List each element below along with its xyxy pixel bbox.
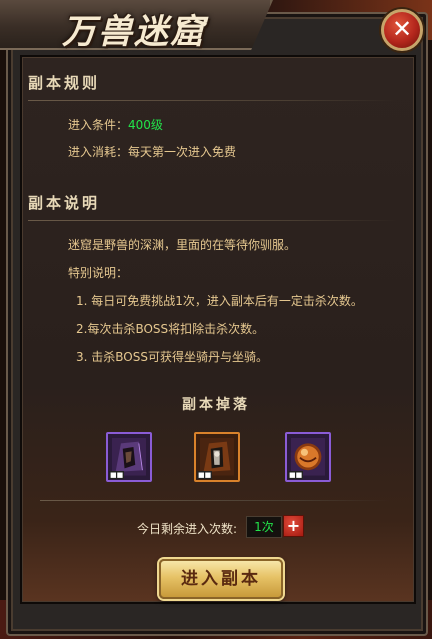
plus-icon: + bbox=[286, 516, 301, 535]
condition-label: 进入条件： bbox=[68, 118, 129, 132]
note-item: 1. 每日可免费挑战1次，进入副本后有一定击杀次数。 bbox=[76, 294, 363, 308]
remaining-entries-label: 今日剩余进入次数: bbox=[137, 522, 238, 536]
description-intro: 迷窟是野兽的深渊，里面的在等待你驯服。 bbox=[68, 238, 297, 252]
reward-item-2[interactable]: ■■ bbox=[194, 432, 240, 482]
mount-card-purple-icon bbox=[112, 438, 146, 476]
description-divider bbox=[28, 220, 398, 221]
mount-card-orange-icon bbox=[200, 438, 234, 476]
note-item: 3. 击杀BOSS可获得坐骑丹与坐骑。 bbox=[76, 350, 268, 364]
note-item: 2.每次击杀BOSS将扣除击杀次数。 bbox=[76, 322, 265, 336]
condition-value: 400级 bbox=[128, 118, 163, 132]
condition-line: 进入条件：400级 bbox=[68, 116, 163, 133]
bind-tag: ■■ bbox=[288, 471, 304, 479]
cost-label: 进入消耗： bbox=[68, 145, 129, 159]
close-button[interactable]: ✕ bbox=[381, 9, 423, 51]
mount-pill-orb-icon bbox=[291, 438, 325, 476]
reward-item-3[interactable]: ■■ bbox=[285, 432, 331, 482]
rules-heading: 副本规则 bbox=[28, 74, 101, 92]
bind-tag: ■■ bbox=[109, 471, 125, 479]
dialog-title: 万兽迷窟 bbox=[62, 12, 206, 52]
rewards-divider bbox=[40, 500, 390, 501]
cost-value: 每天第一次进入免费 bbox=[128, 145, 237, 159]
add-entries-button[interactable]: + bbox=[283, 515, 304, 537]
enter-dungeon-button[interactable]: 进入副本 bbox=[159, 559, 283, 599]
close-icon: ✕ bbox=[391, 15, 413, 43]
rules-divider bbox=[28, 100, 398, 101]
cost-line: 进入消耗：每天第一次进入免费 bbox=[68, 143, 236, 160]
reward-item-1[interactable]: ■■ bbox=[106, 432, 152, 482]
remaining-entries-value: 1次 bbox=[246, 516, 282, 538]
rewards-heading: 副本掉落 bbox=[182, 397, 250, 413]
special-notes-title: 特别说明： bbox=[68, 266, 129, 280]
bind-tag: ■■ bbox=[197, 471, 213, 479]
description-heading: 副本说明 bbox=[28, 194, 101, 212]
